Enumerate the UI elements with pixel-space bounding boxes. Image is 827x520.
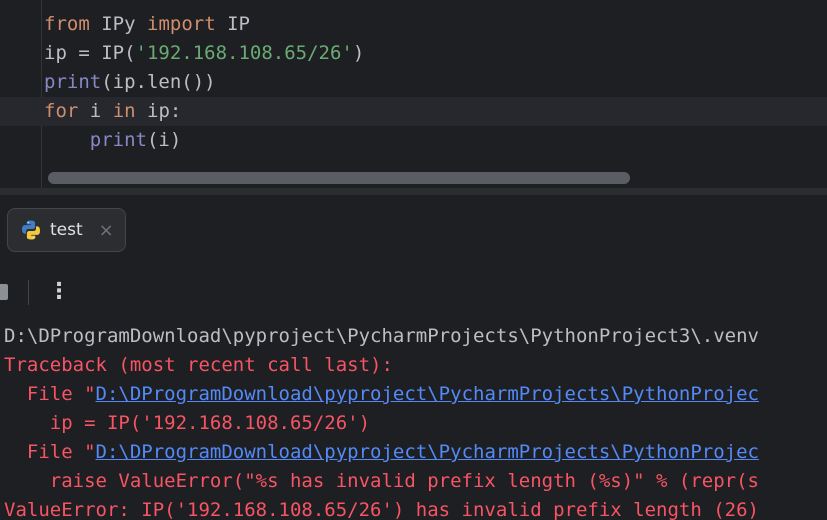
file-path-link[interactable]: D:\DProgramDownload\pyproject\PycharmPro… [96,383,759,405]
call-args: (i) [146,129,182,151]
code-line-5[interactable]: print(i) [44,126,182,155]
code-line-1[interactable]: from IPy import IP [44,10,250,39]
builtin-print: print [44,71,102,93]
code-line-3[interactable]: print(ip.len()) [44,68,216,97]
toolbar-separator [28,280,29,305]
keyword-import: import [147,13,216,35]
panel-splitter[interactable] [0,188,827,195]
module-name: IPy [101,13,136,35]
traceback-file-line-2: File "D:\DProgramDownload\pyproject\Pych… [4,438,759,467]
string-literal: '192.168.108.65/26' [135,42,353,64]
run-console[interactable]: D:\DProgramDownload\pyproject\PycharmPro… [0,320,827,520]
keyword-from: from [44,13,90,35]
loop-iterable: ip: [147,100,182,122]
error-message: ValueError: IP('192.168.108.65/26') has … [4,499,759,520]
file-path-link[interactable]: D:\DProgramDownload\pyproject\PycharmPro… [96,441,759,463]
console-command-line: D:\DProgramDownload\pyproject\PycharmPro… [4,325,759,347]
assignment-lhs: ip = IP( [44,42,136,64]
run-tab-test[interactable]: test × [7,208,126,252]
close-icon[interactable]: × [99,220,114,241]
builtin-print: print [89,129,147,151]
more-options-icon[interactable]: ⋮ [48,279,70,305]
gutter-divider [41,0,42,188]
import-name: IP [227,13,250,35]
loop-var: i [89,100,102,122]
keyword-in: in [112,100,136,122]
file-prefix: File " [4,441,96,463]
close-paren: ) [352,42,365,64]
horizontal-scrollbar[interactable] [48,172,630,184]
call-args: (ip.len()) [101,71,216,93]
code-line-4[interactable]: for i in ip: [0,97,827,126]
traceback-code-line-2: raise ValueError("%s has invalid prefix … [4,470,759,492]
file-prefix: File " [4,383,96,405]
traceback-file-line-1: File "D:\DProgramDownload\pyproject\Pych… [4,380,759,409]
python-icon [22,220,40,240]
keyword-for: for [44,100,79,122]
tab-label: test [50,220,83,240]
traceback-header: Traceback (most recent call last): [4,354,393,376]
code-line-2[interactable]: ip = IP('192.168.108.65/26') [44,39,364,68]
code-editor[interactable]: from IPy import IP ip = IP('192.168.108.… [0,0,827,188]
traceback-code-line-1: ip = IP('192.168.108.65/26') [4,412,371,434]
stop-icon[interactable] [0,284,8,300]
